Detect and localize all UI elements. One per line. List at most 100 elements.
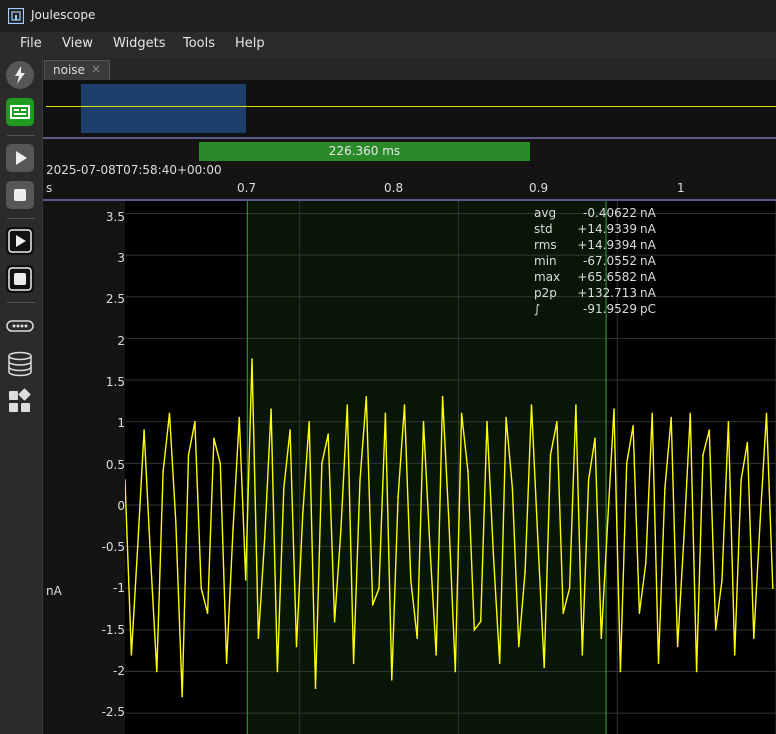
database-icon[interactable] bbox=[6, 350, 34, 378]
x-tick-label: 0.8 bbox=[384, 181, 404, 195]
signal-point bbox=[448, 520, 450, 523]
signal-point bbox=[143, 429, 145, 431]
app-title: Joulescope bbox=[31, 8, 96, 22]
y-tick-label: 0 bbox=[117, 499, 125, 513]
stat-value: +65.6582 bbox=[577, 270, 637, 284]
signal-point bbox=[371, 604, 374, 606]
y-tick-label: -1.5 bbox=[101, 623, 125, 637]
signal-point bbox=[327, 433, 330, 435]
stat-unit: nA bbox=[640, 270, 656, 284]
signal-point bbox=[594, 437, 596, 440]
signal-point bbox=[251, 358, 253, 361]
tab-noise[interactable]: noise × bbox=[44, 60, 110, 80]
menu-tools[interactable]: Tools bbox=[183, 36, 215, 51]
signal-point bbox=[524, 570, 526, 573]
stat-unit: nA bbox=[640, 222, 656, 236]
title-bar: Joulescope bbox=[0, 0, 776, 32]
multimeter-icon[interactable] bbox=[6, 98, 34, 126]
stat-unit: nA bbox=[640, 238, 656, 252]
widgets-icon[interactable] bbox=[6, 388, 34, 416]
stat-label: ∫ bbox=[534, 302, 541, 316]
overview-trace bbox=[46, 106, 776, 107]
signal-plot[interactable]: avg -0.40622 nA std +14.9339 nA rms +14.9394 n… bbox=[125, 201, 776, 734]
signal-point bbox=[695, 670, 698, 673]
signal-point bbox=[289, 429, 291, 431]
signal-point bbox=[505, 416, 507, 419]
signal-point bbox=[619, 670, 622, 673]
signal-point bbox=[441, 395, 444, 398]
menu-help[interactable]: Help bbox=[235, 36, 265, 51]
signal-point bbox=[365, 395, 368, 398]
ellipsis-icon[interactable] bbox=[6, 312, 34, 340]
stat-row-std: std +14.9339 nA bbox=[534, 222, 684, 238]
signal-point bbox=[314, 687, 317, 689]
y-tick-label: 0.5 bbox=[105, 458, 125, 472]
signal-point bbox=[733, 654, 736, 656]
record-play-icon[interactable] bbox=[6, 227, 34, 255]
signal-point bbox=[517, 645, 520, 648]
record-stop-icon[interactable] bbox=[6, 265, 34, 293]
signal-point bbox=[537, 537, 539, 540]
joulescope-logo-icon bbox=[8, 8, 24, 24]
y-axis[interactable]: 3.5 3 2.5 2 1.5 1 0.5 0 -0.5 -1 -1.5 -2 … bbox=[43, 201, 125, 734]
stat-value: +14.9339 bbox=[577, 222, 637, 236]
signal-point bbox=[645, 562, 647, 565]
signal-point bbox=[613, 408, 615, 411]
signal-point bbox=[155, 670, 158, 673]
signal-point bbox=[295, 645, 298, 648]
signal-point bbox=[562, 612, 565, 615]
y-tick-label: -2 bbox=[113, 664, 125, 678]
signal-point bbox=[225, 662, 228, 665]
menu-widgets[interactable]: Widgets bbox=[113, 36, 166, 51]
signal-point bbox=[244, 579, 247, 581]
overview-window[interactable] bbox=[81, 84, 246, 133]
signal-point bbox=[683, 537, 685, 540]
signal-point bbox=[333, 620, 336, 623]
signal-point bbox=[606, 520, 609, 523]
signal-point bbox=[460, 412, 463, 415]
stat-row-min: min -67.0552 nA bbox=[534, 254, 684, 270]
lightning-icon[interactable] bbox=[6, 61, 34, 89]
signal-point bbox=[257, 637, 260, 640]
signal-point bbox=[238, 416, 241, 419]
menu-view[interactable]: View bbox=[62, 36, 93, 51]
signal-point bbox=[549, 454, 552, 456]
signal-point bbox=[422, 420, 425, 423]
signal-point bbox=[276, 670, 279, 673]
play-icon[interactable] bbox=[6, 144, 34, 172]
stat-value: -67.0552 bbox=[583, 254, 637, 268]
signal-point bbox=[321, 462, 323, 465]
close-icon[interactable]: × bbox=[91, 62, 101, 76]
signal-point bbox=[282, 487, 285, 490]
signal-point bbox=[359, 479, 361, 481]
signal-point bbox=[454, 670, 457, 673]
signal-point bbox=[721, 579, 723, 581]
stat-value: +132.713 bbox=[577, 286, 637, 300]
overview-strip[interactable] bbox=[43, 80, 776, 138]
signal-point bbox=[162, 470, 164, 473]
menu-file[interactable]: File bbox=[20, 36, 42, 51]
signal-point bbox=[473, 629, 476, 631]
statistics-panel: avg -0.40622 nA std +14.9339 nA rms +14.9394 n… bbox=[534, 206, 684, 318]
signal-point bbox=[689, 412, 692, 415]
signal-point bbox=[625, 462, 628, 465]
signal-point bbox=[467, 470, 469, 473]
stat-label: rms bbox=[534, 238, 557, 252]
signal-point bbox=[657, 662, 660, 665]
x-tick-label: 0.9 bbox=[529, 181, 549, 195]
menu-bar: File View Widgets Tools Help bbox=[0, 32, 776, 58]
signal-point bbox=[270, 408, 272, 411]
stat-row-integral: ∫ -91.9529 pC bbox=[534, 302, 684, 318]
stat-value: +14.9394 bbox=[577, 238, 637, 252]
tab-label: noise bbox=[53, 63, 85, 77]
signal-point bbox=[181, 695, 183, 698]
stop-icon[interactable] bbox=[6, 181, 34, 209]
dual-marker-duration[interactable]: 226.360 ms bbox=[199, 142, 530, 161]
sidebar-divider bbox=[7, 135, 35, 136]
signal-point bbox=[651, 412, 653, 415]
y-axis-unit: nA bbox=[46, 584, 62, 598]
signal-point bbox=[403, 404, 406, 406]
signal-point bbox=[664, 487, 666, 490]
stat-label: p2p bbox=[534, 286, 557, 300]
stat-label: std bbox=[534, 222, 553, 236]
